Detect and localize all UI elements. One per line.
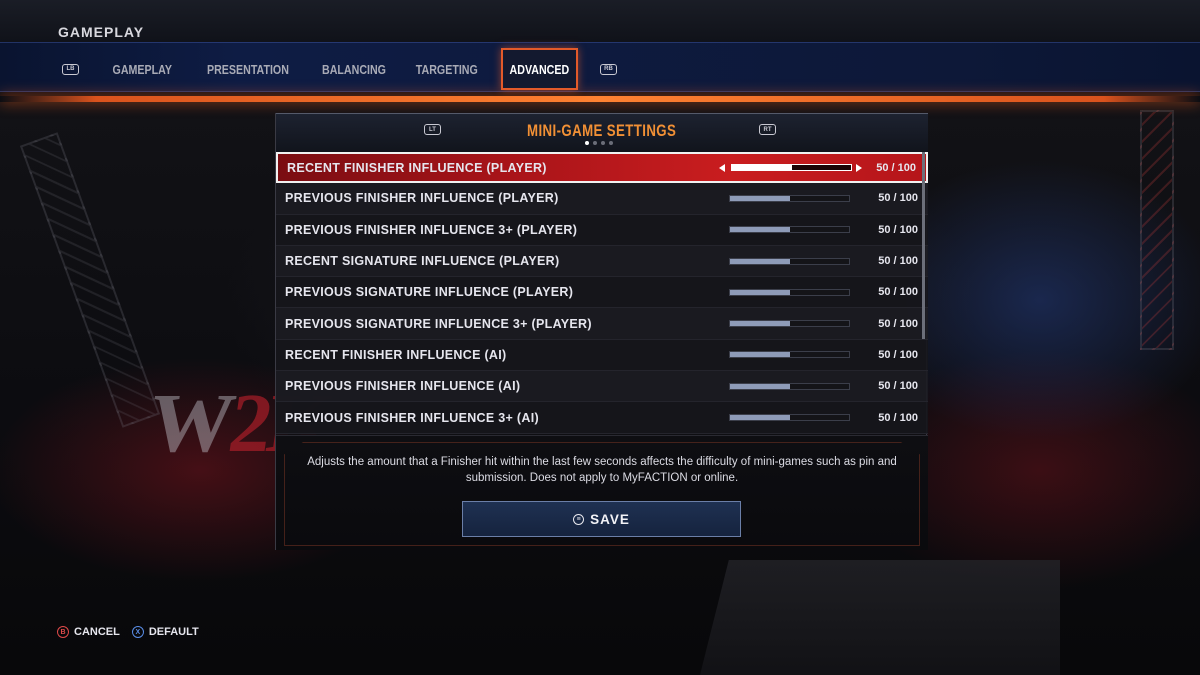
- setting-label: PREVIOUS FINISHER INFLUENCE (PLAYER): [285, 191, 559, 206]
- menu-button-icon: ≡: [573, 513, 585, 525]
- setting-description: Adjusts the amount that a Finisher hit w…: [307, 456, 897, 484]
- cancel-label: CANCEL: [74, 626, 120, 638]
- tab-bar: LB GAMEPLAY PRESENTATION BALANCING TARGE…: [62, 48, 617, 90]
- setting-row-previous-finisher-3plus-player[interactable]: PREVIOUS FINISHER INFLUENCE 3+ (PLAYER) …: [276, 214, 928, 246]
- setting-slider[interactable]: [729, 382, 850, 390]
- setting-label: PREVIOUS SIGNATURE INFLUENCE 3+ (PLAYER): [285, 316, 592, 331]
- setting-value: 50 / 100: [878, 286, 918, 299]
- decrease-arrow-icon[interactable]: [719, 163, 725, 172]
- setting-label: PREVIOUS FINISHER INFLUENCE (AI): [285, 379, 521, 394]
- setting-row-recent-finisher-ai[interactable]: RECENT FINISHER INFLUENCE (AI) 50 / 100: [276, 339, 928, 372]
- setting-slider[interactable]: [729, 288, 850, 296]
- rt-trigger-icon[interactable]: RT: [759, 124, 776, 135]
- setting-label: PREVIOUS FINISHER INFLUENCE 3+ (AI): [285, 410, 539, 425]
- slider-fill: [730, 227, 790, 233]
- tab-label: TARGETING: [416, 61, 478, 77]
- default-label: DEFAULT: [148, 626, 199, 638]
- save-button[interactable]: ≡ SAVE: [462, 501, 741, 537]
- tab-advanced[interactable]: ADVANCED: [501, 48, 578, 90]
- tab-label: GAMEPLAY: [112, 61, 172, 77]
- setting-row-previous-finisher-player[interactable]: PREVIOUS FINISHER INFLUENCE (PLAYER) 50 …: [276, 183, 928, 215]
- settings-scrollbar[interactable]: [922, 152, 925, 339]
- default-prompt[interactable]: X DEFAULT: [131, 626, 199, 638]
- setting-row-previous-signature-player[interactable]: PREVIOUS SIGNATURE INFLUENCE (PLAYER) 50…: [276, 277, 928, 309]
- increase-arrow-icon[interactable]: [856, 163, 862, 172]
- slider-fill: [730, 195, 790, 201]
- setting-row-previous-finisher-ai[interactable]: PREVIOUS FINISHER INFLUENCE (AI) 50 / 10…: [276, 371, 928, 403]
- header-glow-line: [0, 96, 1200, 102]
- page-indicator: [585, 141, 613, 145]
- setting-value: 50 / 100: [878, 380, 918, 393]
- screen-title: GAMEPLAY: [58, 24, 145, 40]
- lt-trigger-icon[interactable]: LT: [424, 124, 441, 135]
- setting-label: PREVIOUS SIGNATURE INFLUENCE (PLAYER): [285, 285, 574, 300]
- tab-label: BALANCING: [322, 61, 386, 77]
- setting-slider[interactable]: [731, 164, 852, 172]
- x-button-icon: X: [131, 626, 144, 638]
- slider-fill: [730, 321, 790, 327]
- settings-list: RECENT FINISHER INFLUENCE (PLAYER) 50 / …: [276, 152, 928, 434]
- tab-presentation[interactable]: PRESENTATION: [187, 48, 309, 90]
- setting-slider[interactable]: [729, 257, 850, 265]
- lb-button-icon[interactable]: LB: [62, 63, 79, 75]
- panel-header: LT MINI-GAME SETTINGS RT: [276, 113, 928, 152]
- slider-fill: [730, 383, 790, 389]
- page-dot: [593, 141, 597, 145]
- cancel-prompt[interactable]: B CANCEL: [57, 626, 120, 638]
- setting-value: 50 / 100: [878, 317, 918, 330]
- b-button-icon: B: [57, 626, 69, 638]
- page-dot: [601, 141, 605, 145]
- tab-label: ADVANCED: [509, 61, 570, 77]
- setting-row-previous-finisher-3plus-ai[interactable]: PREVIOUS FINISHER INFLUENCE 3+ (AI) 50 /…: [276, 402, 928, 434]
- slider-fill: [730, 415, 790, 421]
- slider-fill: [730, 289, 790, 295]
- setting-label: PREVIOUS FINISHER INFLUENCE 3+ (PLAYER): [285, 222, 578, 237]
- tab-gameplay[interactable]: GAMEPLAY: [103, 48, 181, 90]
- setting-value: 50 / 100: [878, 411, 918, 424]
- slider-fill: [730, 352, 790, 358]
- setting-row-recent-finisher-player[interactable]: RECENT FINISHER INFLUENCE (PLAYER) 50 / …: [276, 152, 928, 184]
- slider-fill: [730, 258, 790, 264]
- tab-targeting[interactable]: TARGETING: [403, 48, 491, 90]
- description-box: Adjusts the amount that a Finisher hit w…: [276, 435, 928, 550]
- rb-button-icon[interactable]: RB: [600, 63, 617, 75]
- setting-label: RECENT FINISHER INFLUENCE (AI): [285, 347, 507, 362]
- setting-value: 50 / 100: [878, 255, 918, 268]
- setting-row-previous-signature-3plus-player[interactable]: PREVIOUS SIGNATURE INFLUENCE 3+ (PLAYER)…: [276, 308, 928, 340]
- page-dot-active: [585, 141, 589, 145]
- panel-title: MINI-GAME SETTINGS: [527, 121, 677, 140]
- setting-row-recent-signature-player[interactable]: RECENT SIGNATURE INFLUENCE (PLAYER) 50 /…: [276, 245, 928, 278]
- setting-slider[interactable]: [729, 351, 850, 359]
- slider-fill: [732, 165, 792, 171]
- tab-balancing[interactable]: BALANCING: [313, 48, 395, 90]
- setting-value: 50 / 100: [878, 223, 918, 236]
- setting-slider[interactable]: [729, 320, 850, 328]
- save-label: SAVE: [590, 511, 630, 527]
- setting-value: 50 / 100: [876, 161, 916, 174]
- setting-slider[interactable]: [729, 414, 850, 422]
- setting-label: RECENT FINISHER INFLUENCE (PLAYER): [287, 160, 547, 175]
- stage-platform: [700, 560, 1060, 675]
- setting-value: 50 / 100: [878, 348, 918, 361]
- lighting-truss-left: [19, 132, 161, 428]
- setting-value: 50 / 100: [878, 192, 918, 205]
- settings-panel: LT MINI-GAME SETTINGS RT RECENT FINISHER…: [275, 113, 928, 550]
- button-prompts: B CANCEL X DEFAULT: [57, 626, 199, 638]
- setting-slider[interactable]: [729, 226, 850, 234]
- setting-label: RECENT SIGNATURE INFLUENCE (PLAYER): [285, 254, 560, 269]
- top-navigation-bar: GAMEPLAY LB GAMEPLAY PRESENTATION BALANC…: [0, 0, 1200, 102]
- setting-slider[interactable]: [729, 194, 850, 202]
- tab-label: PRESENTATION: [207, 61, 289, 77]
- page-dot: [609, 141, 613, 145]
- lighting-truss-right: [1140, 110, 1174, 350]
